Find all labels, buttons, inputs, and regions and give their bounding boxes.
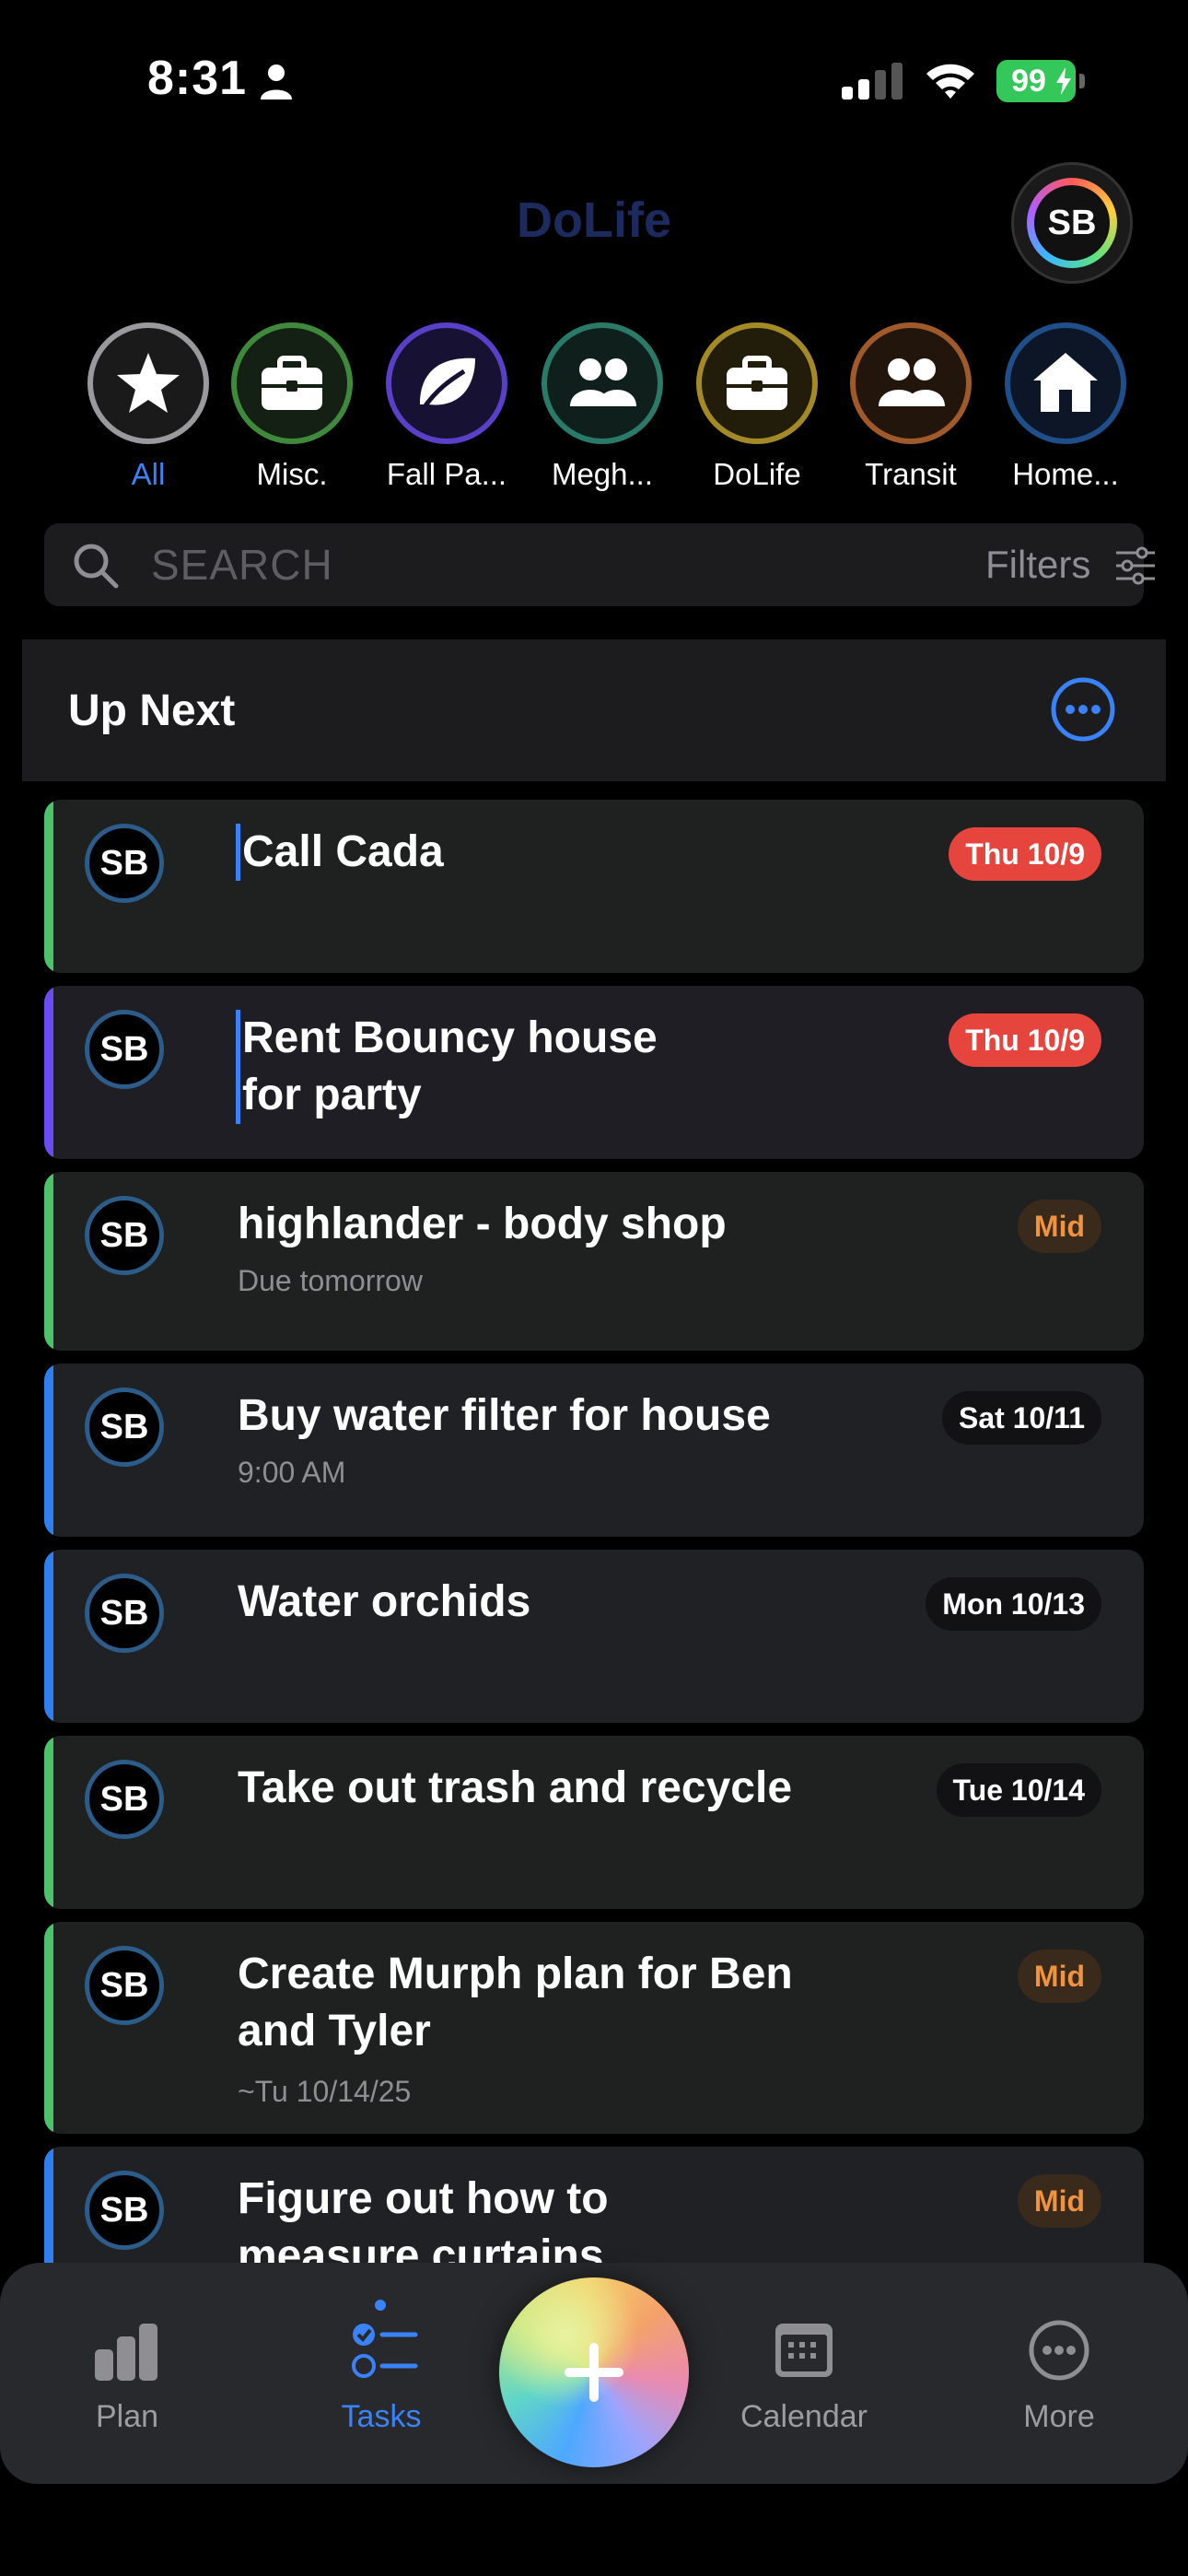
more-icon [1029, 2320, 1089, 2381]
category-filter-row: All Misc. Fall Pa... Megh... DoLife Tran… [0, 322, 1188, 491]
priority-badge: Mid [1017, 1200, 1101, 1253]
filters-button[interactable]: Filters [985, 543, 1090, 587]
briefcase-icon [262, 356, 322, 410]
priority-badge: Mid [1017, 1950, 1101, 2003]
assignee-avatar: SB [85, 1196, 164, 1275]
charging-bolt-icon [1056, 67, 1071, 95]
category-transit[interactable]: Transit [833, 322, 989, 492]
status-bar: 8:31 99 [0, 0, 1188, 157]
briefcase-icon [727, 356, 787, 410]
people-icon [879, 358, 945, 406]
search-bar: Filters [44, 523, 1155, 606]
assignee-avatar: SB [85, 2171, 164, 2250]
task-item[interactable]: SB highlander - body shop Due tomorrow M… [44, 1172, 1144, 1351]
tab-more[interactable]: More [967, 2318, 1151, 2435]
search-input[interactable] [151, 538, 704, 591]
tab-plan[interactable]: Plan [35, 2318, 219, 2435]
section-title: Up Next [68, 686, 236, 735]
sliders-icon[interactable] [1114, 545, 1157, 586]
battery-level: 99 [1011, 64, 1046, 99]
category-dolife[interactable]: DoLife [679, 322, 835, 492]
checklist-icon [352, 2324, 418, 2378]
calendar-icon [775, 2324, 833, 2377]
wifi-icon [926, 64, 974, 99]
star-icon [117, 353, 180, 413]
due-date-badge: Thu 10/9 [949, 1013, 1101, 1067]
task-title: Take out trash and recycle [238, 1763, 793, 1812]
task-item[interactable]: SB Take out trash and recycle Tue 10/14 [44, 1736, 1144, 1909]
cellular-signal-icon [842, 63, 903, 100]
task-title: Buy water filter for house [238, 1391, 771, 1440]
task-item[interactable]: SB Buy water filter for house 9:00 AM Sa… [44, 1364, 1144, 1537]
profile-avatar-button[interactable]: SB [1011, 162, 1133, 284]
task-title: Create Murph plan for Ben and Tyler [238, 1950, 793, 2055]
priority-badge: Mid [1017, 2174, 1101, 2228]
person-icon [261, 64, 292, 100]
battery-indicator: 99 [996, 60, 1085, 102]
assignee-avatar: SB [85, 1574, 164, 1653]
home-indicator-area [0, 2484, 1188, 2576]
category-misc[interactable]: Misc. [214, 322, 370, 492]
due-date-badge: Thu 10/9 [949, 827, 1101, 881]
category-fall-party[interactable]: Fall Pa... [368, 322, 525, 492]
category-all[interactable]: All [70, 322, 227, 492]
task-item[interactable]: SB Call Cada Thu 10/9 [44, 800, 1144, 973]
add-task-button[interactable] [499, 2277, 689, 2467]
status-time: 8:31 [147, 52, 248, 105]
task-title: Call Cada [236, 824, 825, 881]
people-icon [570, 358, 636, 406]
app-title: DoLife [517, 193, 671, 248]
due-date-badge: Mon 10/13 [926, 1577, 1101, 1631]
bar-chart-icon [95, 2324, 157, 2381]
up-next-header: Up Next [22, 639, 1166, 781]
assignee-avatar: SB [85, 1388, 164, 1467]
active-indicator [375, 2300, 386, 2311]
category-megh[interactable]: Megh... [524, 322, 681, 492]
due-date-badge: Tue 10/14 [936, 1763, 1101, 1817]
assignee-avatar: SB [85, 824, 164, 903]
profile-initials: SB [1034, 185, 1110, 261]
task-subtitle: 9:00 AM [238, 1456, 346, 1489]
assignee-avatar: SB [85, 1946, 164, 2025]
more-options-icon[interactable] [1050, 676, 1116, 743]
task-subtitle: ~Tu 10/14/25 [238, 2075, 412, 2108]
task-title: Rent Bouncy house for party [236, 1010, 678, 1124]
leaf-icon [420, 357, 475, 410]
task-item[interactable]: SB Create Murph plan for Ben and Tyler ~… [44, 1922, 1144, 2134]
house-icon [1033, 353, 1098, 412]
task-title: highlander - body shop [238, 1200, 727, 1248]
task-item[interactable]: SB Water orchids Mon 10/13 [44, 1550, 1144, 1723]
assignee-avatar: SB [85, 1760, 164, 1839]
search-icon [74, 544, 119, 589]
task-title: Water orchids [238, 1577, 531, 1626]
tab-calendar[interactable]: Calendar [712, 2318, 896, 2435]
task-item[interactable]: SB Rent Bouncy house for party Thu 10/9 [44, 986, 1144, 1159]
category-home[interactable]: Home... [987, 322, 1144, 492]
tab-tasks[interactable]: Tasks [289, 2300, 473, 2435]
assignee-avatar: SB [85, 1010, 164, 1089]
task-subtitle: Due tomorrow [238, 1264, 423, 1297]
plus-icon [565, 2343, 623, 2402]
due-date-badge: Sat 10/11 [942, 1391, 1101, 1445]
